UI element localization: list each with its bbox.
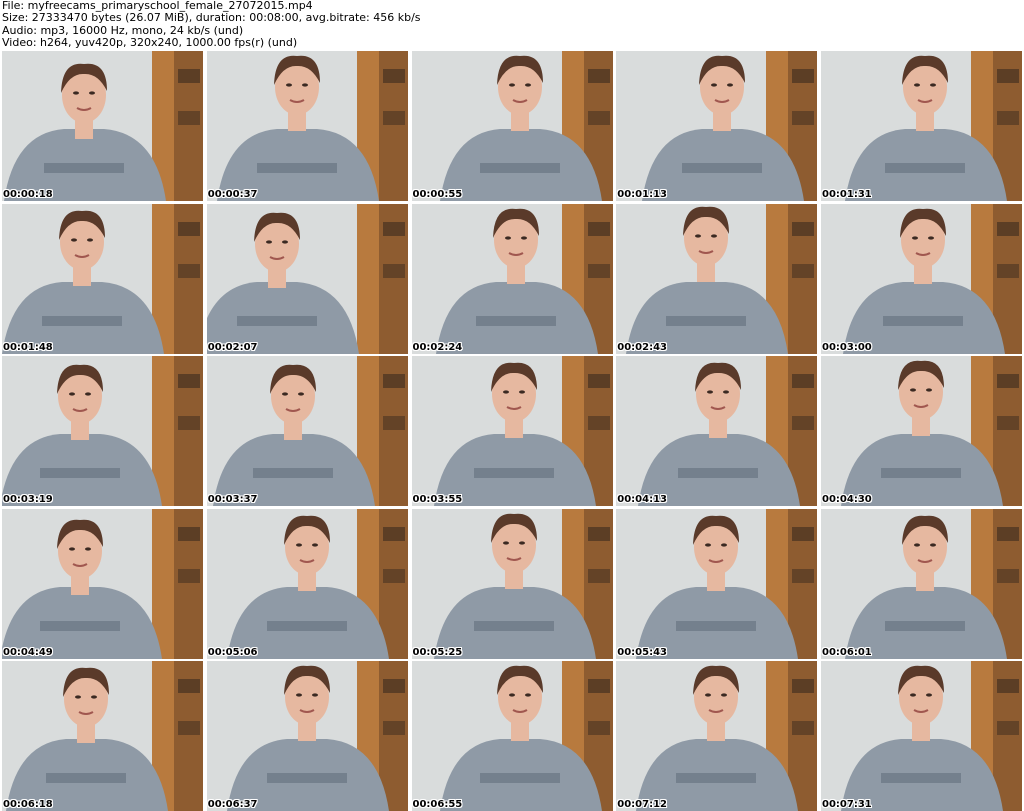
video-info-line: Video: h264, yuv420p, 320x240, 1000.00 f… — [2, 36, 298, 50]
thumbnail-timestamp: 00:05:25 — [412, 646, 463, 658]
video-thumbnail: 00:04:30 — [821, 356, 1022, 506]
thumbnail-timestamp: 00:06:01 — [822, 646, 872, 658]
video-thumbnail: 00:07:12 — [616, 661, 818, 811]
thumbnail-timestamp: 00:04:30 — [822, 494, 872, 505]
thumbnail-image — [206, 661, 408, 811]
thumbnail-timestamp: 00:06:37 — [207, 799, 258, 810]
thumbnail-image — [2, 356, 203, 506]
video-thumbnail: 00:04:49 — [2, 508, 203, 659]
thumbnail-timestamp: 00:02:43 — [617, 341, 667, 353]
thumbnail-image — [821, 51, 1022, 201]
video-thumbnail: 00:00:55 — [411, 51, 613, 201]
video-thumbnail: 00:03:37 — [206, 356, 408, 506]
video-thumbnail: 00:06:01 — [821, 508, 1022, 659]
video-thumbnail: 00:01:31 — [821, 51, 1022, 201]
thumbnail-image — [821, 661, 1022, 811]
file-info-header: File: myfreecams_primaryschool_female_27… — [2, 0, 1020, 50]
thumbnail-image — [411, 661, 613, 811]
thumbnail-timestamp: 00:00:55 — [412, 189, 463, 200]
thumbnail-image — [2, 51, 203, 201]
thumbnail-image — [206, 203, 408, 354]
thumbnail-timestamp: 00:01:13 — [617, 189, 667, 200]
thumbnail-image — [411, 356, 613, 506]
thumbnail-timestamp: 00:01:31 — [822, 189, 872, 200]
video-thumbnail: 00:03:55 — [411, 356, 613, 506]
thumbnail-image — [206, 356, 408, 506]
video-thumbnail: 00:01:13 — [616, 51, 818, 201]
thumbnail-image — [2, 508, 203, 659]
thumbnail-timestamp: 00:02:07 — [207, 341, 258, 353]
thumbnail-timestamp: 00:03:19 — [3, 494, 53, 505]
video-thumbnail: 00:00:37 — [206, 51, 408, 201]
thumbnail-timestamp: 00:05:06 — [207, 646, 258, 658]
thumbnail-timestamp: 00:07:31 — [822, 799, 872, 810]
video-thumbnail: 00:00:18 — [2, 51, 203, 201]
video-thumbnail: 00:06:18 — [2, 661, 203, 811]
thumbnail-image — [2, 203, 203, 354]
video-thumbnail: 00:01:48 — [2, 203, 203, 354]
thumbnail-timestamp: 00:06:55 — [412, 799, 463, 810]
thumbnail-image — [411, 51, 613, 201]
thumbnail-timestamp: 00:02:24 — [412, 341, 463, 353]
thumbnail-image — [616, 356, 818, 506]
thumbnail-timestamp: 00:07:12 — [617, 799, 667, 810]
thumbnail-image — [411, 508, 613, 659]
file-size-line: Size: 27333470 bytes (26.07 MiB), durati… — [2, 11, 421, 25]
thumbnail-image — [411, 203, 613, 354]
thumbnail-timestamp: 00:03:00 — [822, 341, 872, 353]
video-thumbnail: 00:05:06 — [206, 508, 408, 659]
video-thumbnail: 00:07:31 — [821, 661, 1022, 811]
video-thumbnail: 00:04:13 — [616, 356, 818, 506]
thumbnail-timestamp: 00:00:18 — [3, 189, 53, 200]
video-thumbnail: 00:02:07 — [206, 203, 408, 354]
video-thumbnail: 00:03:19 — [2, 356, 203, 506]
thumbnail-image — [2, 661, 203, 811]
thumbnail-image — [821, 508, 1022, 659]
thumbnail-timestamp: 00:05:43 — [617, 646, 667, 658]
thumbnail-image — [616, 203, 818, 354]
thumbnail-image — [206, 508, 408, 659]
thumbnail-timestamp: 00:01:48 — [3, 341, 53, 353]
video-thumbnail: 00:02:43 — [616, 203, 818, 354]
thumbnail-image — [616, 51, 818, 201]
thumbnail-image — [616, 508, 818, 659]
thumbnail-timestamp: 00:03:55 — [412, 494, 463, 505]
thumbnail-image — [821, 356, 1022, 506]
thumbnail-image — [616, 661, 818, 811]
video-thumbnail: 00:06:55 — [411, 661, 613, 811]
thumbnail-grid: 00:00:18 00:00:37 00:00:55 00:01:13 00:01:31… — [2, 51, 1022, 811]
thumbnail-image — [821, 203, 1022, 354]
thumbnail-image — [206, 51, 408, 201]
thumbnail-timestamp: 00:00:37 — [207, 189, 258, 200]
thumbnail-timestamp: 00:06:18 — [3, 799, 53, 810]
video-thumbnail: 00:03:00 — [821, 203, 1022, 354]
video-thumbnail: 00:06:37 — [206, 661, 408, 811]
thumbnail-timestamp: 00:03:37 — [207, 494, 258, 505]
video-thumbnail: 00:02:24 — [411, 203, 613, 354]
video-thumbnail: 00:05:25 — [411, 508, 613, 659]
video-thumbnail: 00:05:43 — [616, 508, 818, 659]
thumbnail-timestamp: 00:04:49 — [3, 646, 53, 658]
thumbnail-timestamp: 00:04:13 — [617, 494, 667, 505]
